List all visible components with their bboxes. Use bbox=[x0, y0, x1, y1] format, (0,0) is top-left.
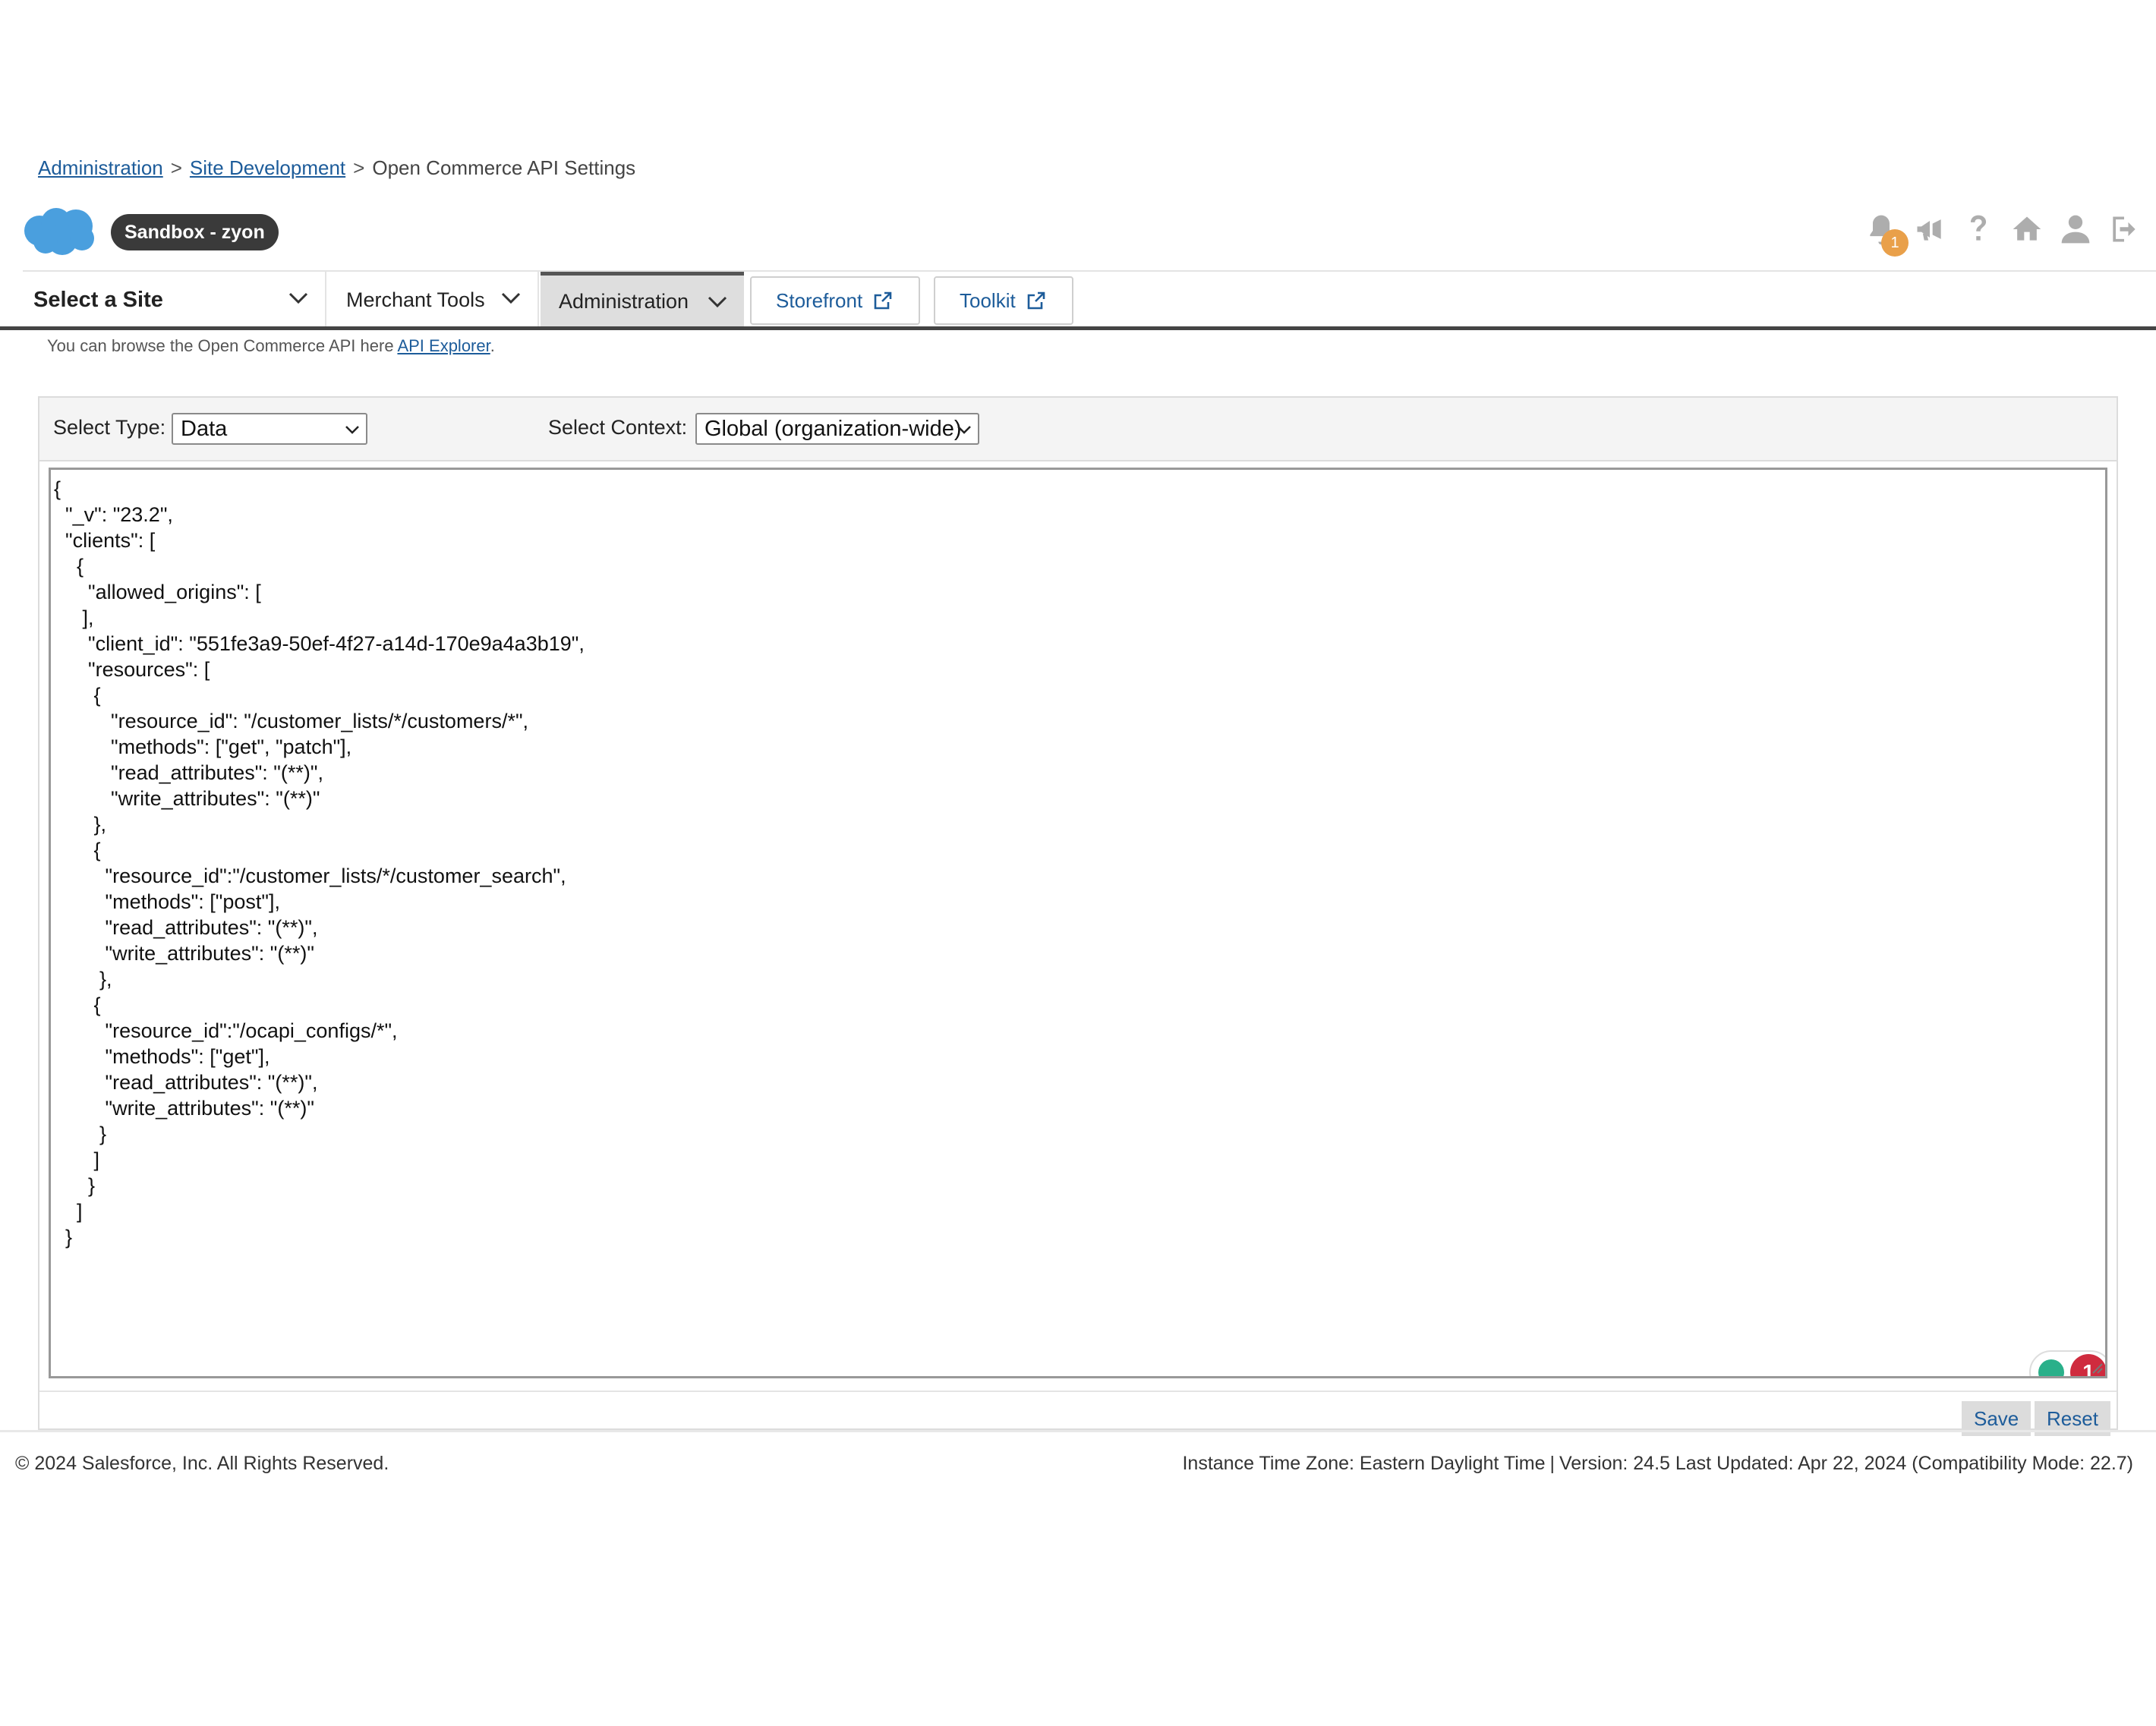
chevron-down-icon bbox=[345, 426, 359, 434]
toolkit-label: Toolkit bbox=[960, 288, 1016, 312]
bell-icon[interactable]: 1 bbox=[1864, 209, 1909, 257]
breadcrumb-administration-link[interactable]: Administration bbox=[38, 156, 163, 180]
footer-divider bbox=[0, 1430, 2156, 1432]
nav-administration-label: Administration bbox=[559, 290, 689, 313]
panel-footer: Save Reset bbox=[39, 1391, 2117, 1436]
json-config-text[interactable]: { "_v": "23.2", "clients": [ { "allowed_… bbox=[54, 476, 2102, 1250]
breadcrumb-current: Open Commerce API Settings bbox=[372, 156, 636, 179]
breadcrumb: Administration > Site Development > Open… bbox=[38, 156, 635, 180]
toolkit-button[interactable]: Toolkit bbox=[934, 276, 1073, 325]
breadcrumb-site-development-link[interactable]: Site Development bbox=[190, 156, 345, 180]
external-link-icon bbox=[1027, 291, 1045, 310]
grammar-logo-icon bbox=[2038, 1359, 2064, 1376]
help-icon[interactable] bbox=[1962, 209, 1995, 249]
external-link-icon bbox=[874, 291, 892, 310]
home-icon[interactable] bbox=[2010, 209, 2044, 249]
json-config-editor[interactable]: { "_v": "23.2", "clients": [ { "allowed_… bbox=[49, 468, 2107, 1378]
site-selector[interactable]: Select a Site bbox=[23, 272, 326, 328]
user-icon[interactable] bbox=[2059, 209, 2092, 249]
notification-count-badge: 1 bbox=[1881, 229, 1909, 257]
select-type-dropdown[interactable]: Data bbox=[172, 413, 367, 445]
select-context-value: Global (organization-wide) bbox=[704, 416, 962, 441]
megaphone-icon[interactable] bbox=[1913, 209, 1946, 249]
footer-timezone: Instance Time Zone: Eastern Daylight Tim… bbox=[1182, 1453, 1546, 1474]
nav-merchant-tools-label: Merchant Tools bbox=[346, 288, 485, 311]
ocapi-settings-panel: Select Type: Data Select Context: Global… bbox=[38, 396, 2118, 1436]
logout-icon[interactable] bbox=[2107, 209, 2141, 249]
sandbox-badge: Sandbox - zyon bbox=[111, 214, 279, 250]
select-context-label: Select Context: bbox=[548, 416, 688, 439]
api-explorer-info: You can browse the Open Commerce API her… bbox=[47, 336, 495, 356]
select-context-dropdown[interactable]: Global (organization-wide) bbox=[695, 413, 979, 445]
main-navigation: Select a Site Merchant Tools Administrat… bbox=[23, 270, 2156, 328]
storefront-label: Storefront bbox=[776, 288, 863, 312]
chevron-down-icon bbox=[501, 292, 521, 304]
panel-header: Select Type: Data Select Context: Global… bbox=[39, 398, 2117, 461]
brand-bar: Sandbox - zyon 1 bbox=[23, 203, 2141, 264]
chevron-down-icon bbox=[288, 292, 308, 304]
salesforce-cloud-icon[interactable] bbox=[23, 206, 96, 257]
select-type-label: Select Type: bbox=[53, 416, 166, 439]
chevron-down-icon bbox=[957, 426, 971, 434]
footer-version: Version: 24.5 Last Updated: Apr 22, 2024… bbox=[1559, 1453, 2133, 1474]
utility-icons: 1 bbox=[1864, 209, 2141, 257]
nav-administration[interactable]: Administration bbox=[541, 272, 744, 328]
footer-version-info: Instance Time Zone: Eastern Daylight Tim… bbox=[1182, 1453, 2133, 1475]
api-explorer-link[interactable]: API Explorer bbox=[397, 336, 490, 355]
navbar-divider bbox=[0, 326, 2156, 330]
resize-handle-icon[interactable] bbox=[2088, 1359, 2104, 1375]
info-suffix: . bbox=[490, 336, 495, 355]
breadcrumb-separator: > bbox=[170, 156, 182, 179]
nav-merchant-tools[interactable]: Merchant Tools bbox=[328, 272, 539, 328]
footer-separator: | bbox=[1549, 1453, 1555, 1474]
chevron-down-icon bbox=[708, 296, 727, 308]
storefront-button[interactable]: Storefront bbox=[750, 276, 920, 325]
breadcrumb-separator: > bbox=[353, 156, 365, 179]
footer-copyright: © 2024 Salesforce, Inc. All Rights Reser… bbox=[15, 1453, 389, 1474]
site-selector-label: Select a Site bbox=[33, 287, 163, 312]
select-type-value: Data bbox=[181, 416, 228, 441]
info-text: You can browse the Open Commerce API her… bbox=[47, 336, 398, 355]
